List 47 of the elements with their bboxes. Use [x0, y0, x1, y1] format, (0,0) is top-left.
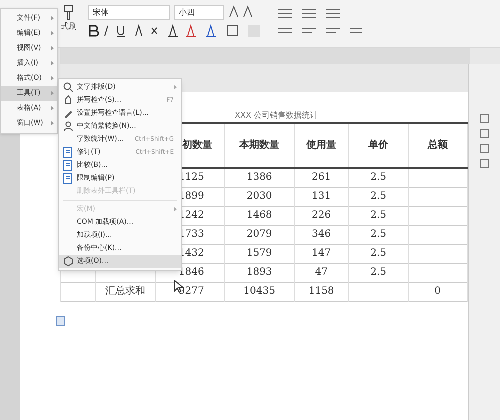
table-cell: 1386 [224, 168, 294, 187]
submenu-arrow-icon [51, 46, 54, 51]
font-size-dropdown[interactable]: 小四 [174, 5, 224, 20]
column-header: 本期数量 [224, 123, 294, 168]
document-icon [63, 173, 73, 184]
format-painter-icon[interactable] [62, 5, 76, 21]
font-dropdown[interactable]: 宋体 [88, 5, 170, 20]
settings-icon [63, 256, 74, 267]
table-cell: 1158 [294, 282, 349, 301]
column-header: 使用量 [294, 123, 349, 168]
person-icon [63, 121, 74, 132]
submenu-arrow-icon [51, 31, 54, 36]
table-cell: 2030 [224, 187, 294, 206]
submenu-arrow-icon [51, 61, 54, 66]
pen-icon [63, 108, 74, 119]
document-icon [56, 316, 65, 326]
table-cell: 346 [294, 225, 349, 244]
submenu-arrow-icon [51, 106, 54, 111]
table-cell: 汇总求和 [96, 282, 156, 301]
table-cell: 47 [294, 263, 349, 282]
table-cell: 2079 [224, 225, 294, 244]
document-icon [63, 147, 73, 158]
submenu-arrow-icon [51, 121, 54, 126]
table-cell: 2.5 [348, 168, 408, 187]
document-title: XXX 公司销售数据统计 [235, 111, 318, 120]
search-text-icon [63, 82, 74, 93]
table-cell: 1893 [224, 263, 294, 282]
table-cell: 1579 [224, 244, 294, 263]
submenu-arrow-icon [51, 76, 54, 81]
table-cell: 2.5 [348, 263, 408, 282]
table-cell: 1468 [224, 206, 294, 225]
column-header: 单价 [348, 123, 408, 168]
table-cell: 2.5 [348, 244, 408, 263]
table-cell: 10435 [224, 282, 294, 301]
table-cell: 261 [294, 168, 349, 187]
table-cell: 226 [294, 206, 349, 225]
format-painter-label[interactable]: 式刷 [61, 21, 77, 33]
submenu-arrow-icon [51, 16, 54, 21]
submenu-arrow-icon [174, 207, 177, 212]
submenu-arrow-icon [51, 91, 54, 96]
document-icon [63, 160, 73, 171]
table-cell: 131 [294, 187, 349, 206]
table-cell: 2.5 [348, 187, 408, 206]
submenu-arrow-icon [174, 85, 177, 90]
table-cell: 147 [294, 244, 349, 263]
table-cell: 2.5 [348, 206, 408, 225]
table-cell: 2.5 [348, 225, 408, 244]
